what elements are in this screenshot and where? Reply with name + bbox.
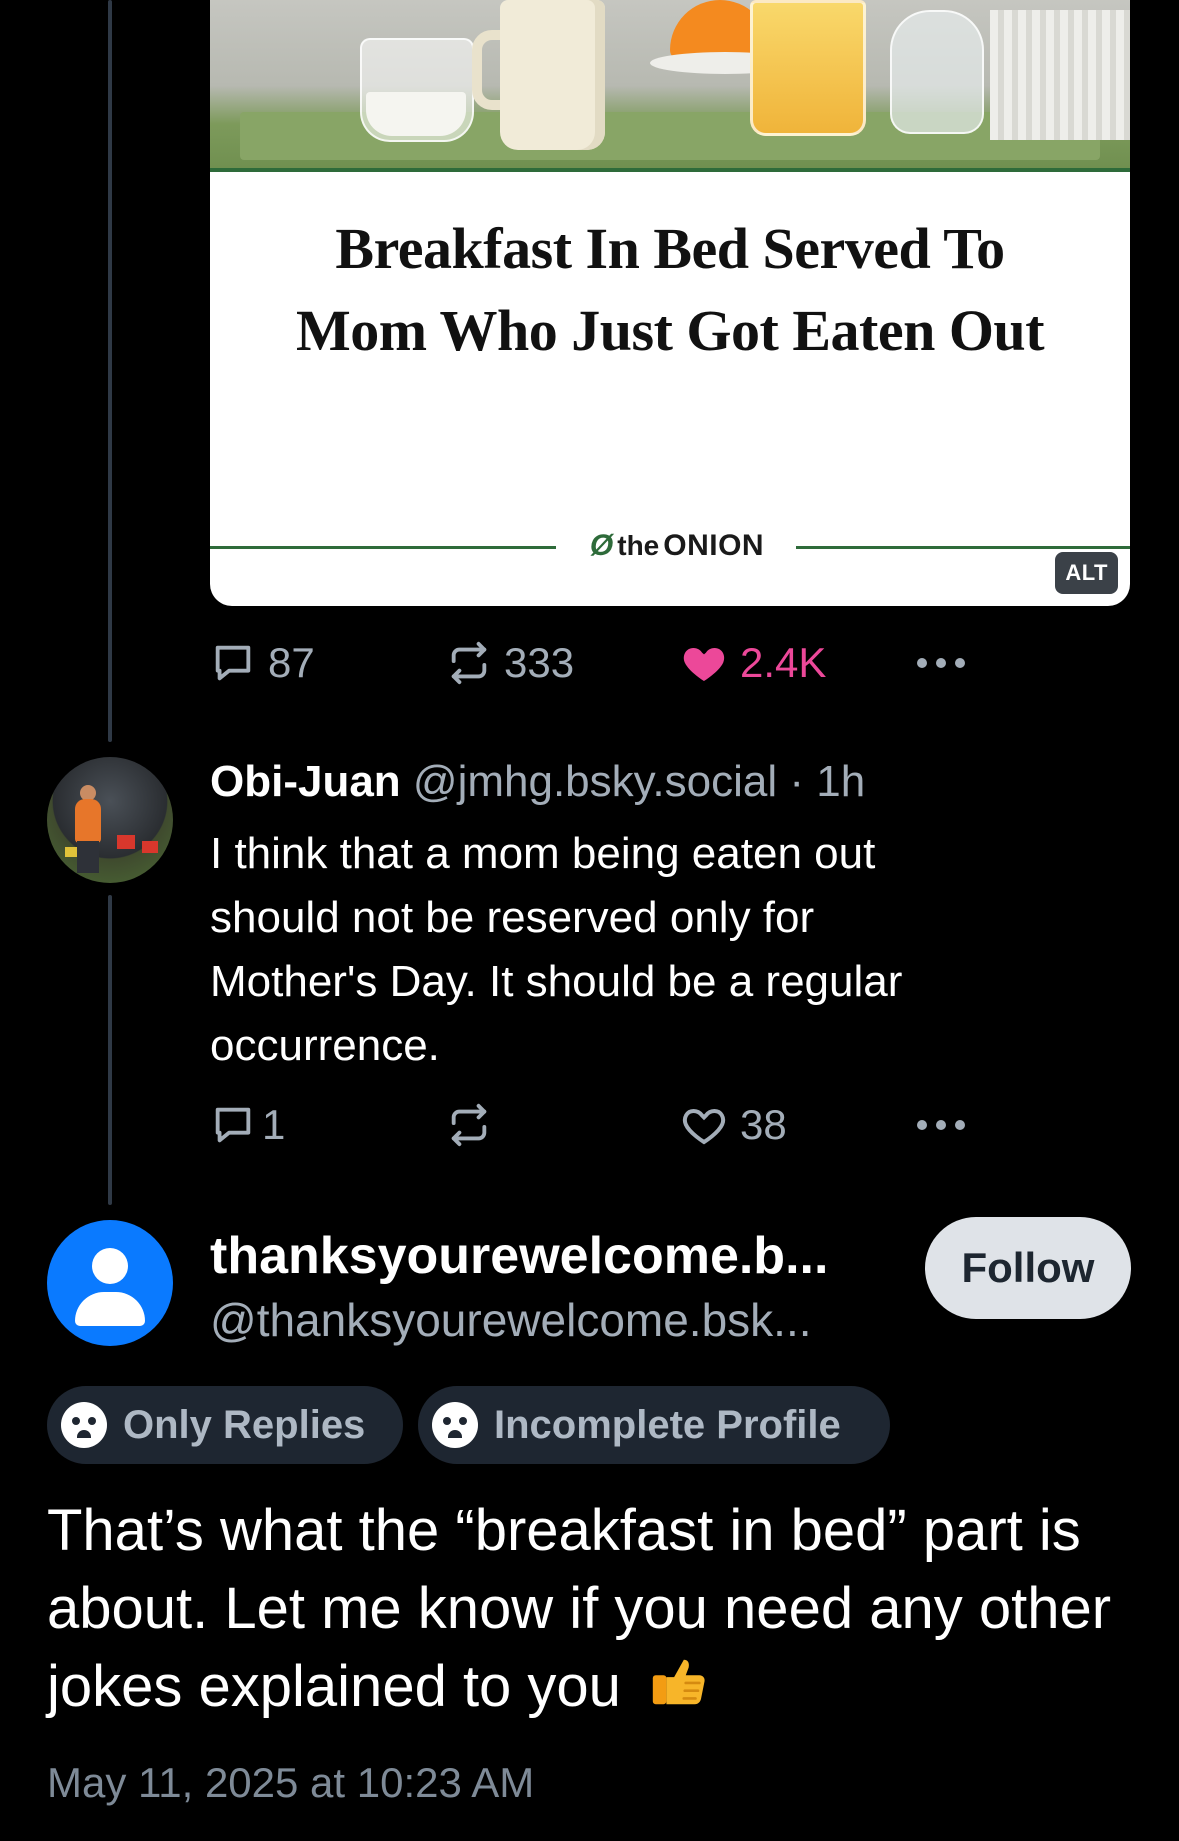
reply-actions: 1 38 [210,1100,970,1150]
thread-line-middle [108,895,112,1205]
heart-outline-icon [680,1101,728,1149]
reply-text-line: should not be reserved only for [210,893,815,942]
badge-incomplete-profile[interactable]: Incomplete Profile [418,1386,890,1464]
reply-author-name[interactable]: Obi-Juan [210,757,401,806]
article-headline: Breakfast In Bed Served To Mom Who Just … [210,208,1130,372]
badge-only-replies[interactable]: Only Replies [47,1386,403,1464]
reply-count: 1 [262,1101,286,1148]
more-options-button[interactable] [914,638,968,688]
thread-line-top [108,0,112,742]
reply-text-line: occurrence. [210,1021,440,1070]
repost-count: 333 [504,639,575,686]
default-avatar[interactable] [47,1220,173,1346]
like-count: 2.4K [740,639,827,686]
reply-separator: · [789,757,804,806]
ellipsis-icon [914,653,968,673]
breakfast-photo [210,0,1130,172]
original-post-actions: 87 333 2.4K [210,638,970,688]
publisher-rule-left [210,546,556,549]
post-text-content: That’s what the “breakfast in bed” part … [47,1498,1112,1719]
frown-face-icon [432,1402,478,1448]
reply-header: Obi-Juan @jmhg.bsky.social · 1h [210,756,865,808]
repost-button[interactable] [446,1100,504,1150]
follow-button[interactable]: Follow [925,1217,1131,1319]
reply-time[interactable]: 1h [816,757,865,806]
post-timestamp: May 11, 2025 at 10:23 AM [47,1759,535,1806]
like-button[interactable]: 2.4K [680,638,826,688]
publisher-name: ONION [663,529,765,562]
publisher-rule-right [796,546,1130,549]
ellipsis-icon [914,1115,968,1135]
person-icon-head [92,1248,128,1284]
person-icon-body [75,1292,145,1326]
repost-icon [446,640,492,686]
badge-label: Incomplete Profile [494,1402,841,1447]
repost-icon [446,1102,492,1148]
reply-text-line: I think that a mom being eaten out [210,829,876,878]
like-button[interactable]: 38 [680,1100,787,1150]
like-count: 38 [740,1101,787,1148]
more-options-button[interactable] [914,1100,968,1150]
onion-leaf-icon: Ø [589,529,614,562]
reply-text: I think that a mom being eaten out shoul… [210,822,1110,1078]
avatar[interactable] [47,757,173,883]
thumbs-up-icon [647,1650,709,1732]
heart-filled-icon [680,639,728,687]
embedded-image-card[interactable]: Breakfast In Bed Served To Mom Who Just … [210,0,1130,606]
post-author-name[interactable]: thanksyourewelcome.b... [210,1226,870,1286]
post-text: That’s what the “breakfast in bed” part … [47,1492,1137,1732]
reply-icon [210,640,256,686]
publisher-row: Ø the ONION [210,528,1130,564]
publisher-the: the [617,530,660,561]
alt-text-button[interactable]: ALT [1055,552,1118,594]
onion-logo: Ø the ONION [566,528,788,564]
headline-line-2: Mom Who Just Got Eaten Out [295,298,1045,363]
post-author-handle[interactable]: @thanksyourewelcome.bsk... [210,1292,890,1348]
headline-line-1: Breakfast In Bed Served To [335,216,1005,281]
badge-label: Only Replies [123,1402,366,1447]
reply-count: 87 [268,639,315,686]
reply-text-line: Mother's Day. It should be a regular [210,957,903,1006]
reply-button[interactable]: 87 [210,638,315,688]
reply-icon [210,1102,256,1148]
reply-button[interactable]: 1 [210,1100,285,1150]
thread-view: Breakfast In Bed Served To Mom Who Just … [0,0,1179,1841]
frown-face-icon [61,1402,107,1448]
reply-author-handle[interactable]: @jmhg.bsky.social [413,757,777,806]
repost-button[interactable]: 333 [446,638,574,688]
